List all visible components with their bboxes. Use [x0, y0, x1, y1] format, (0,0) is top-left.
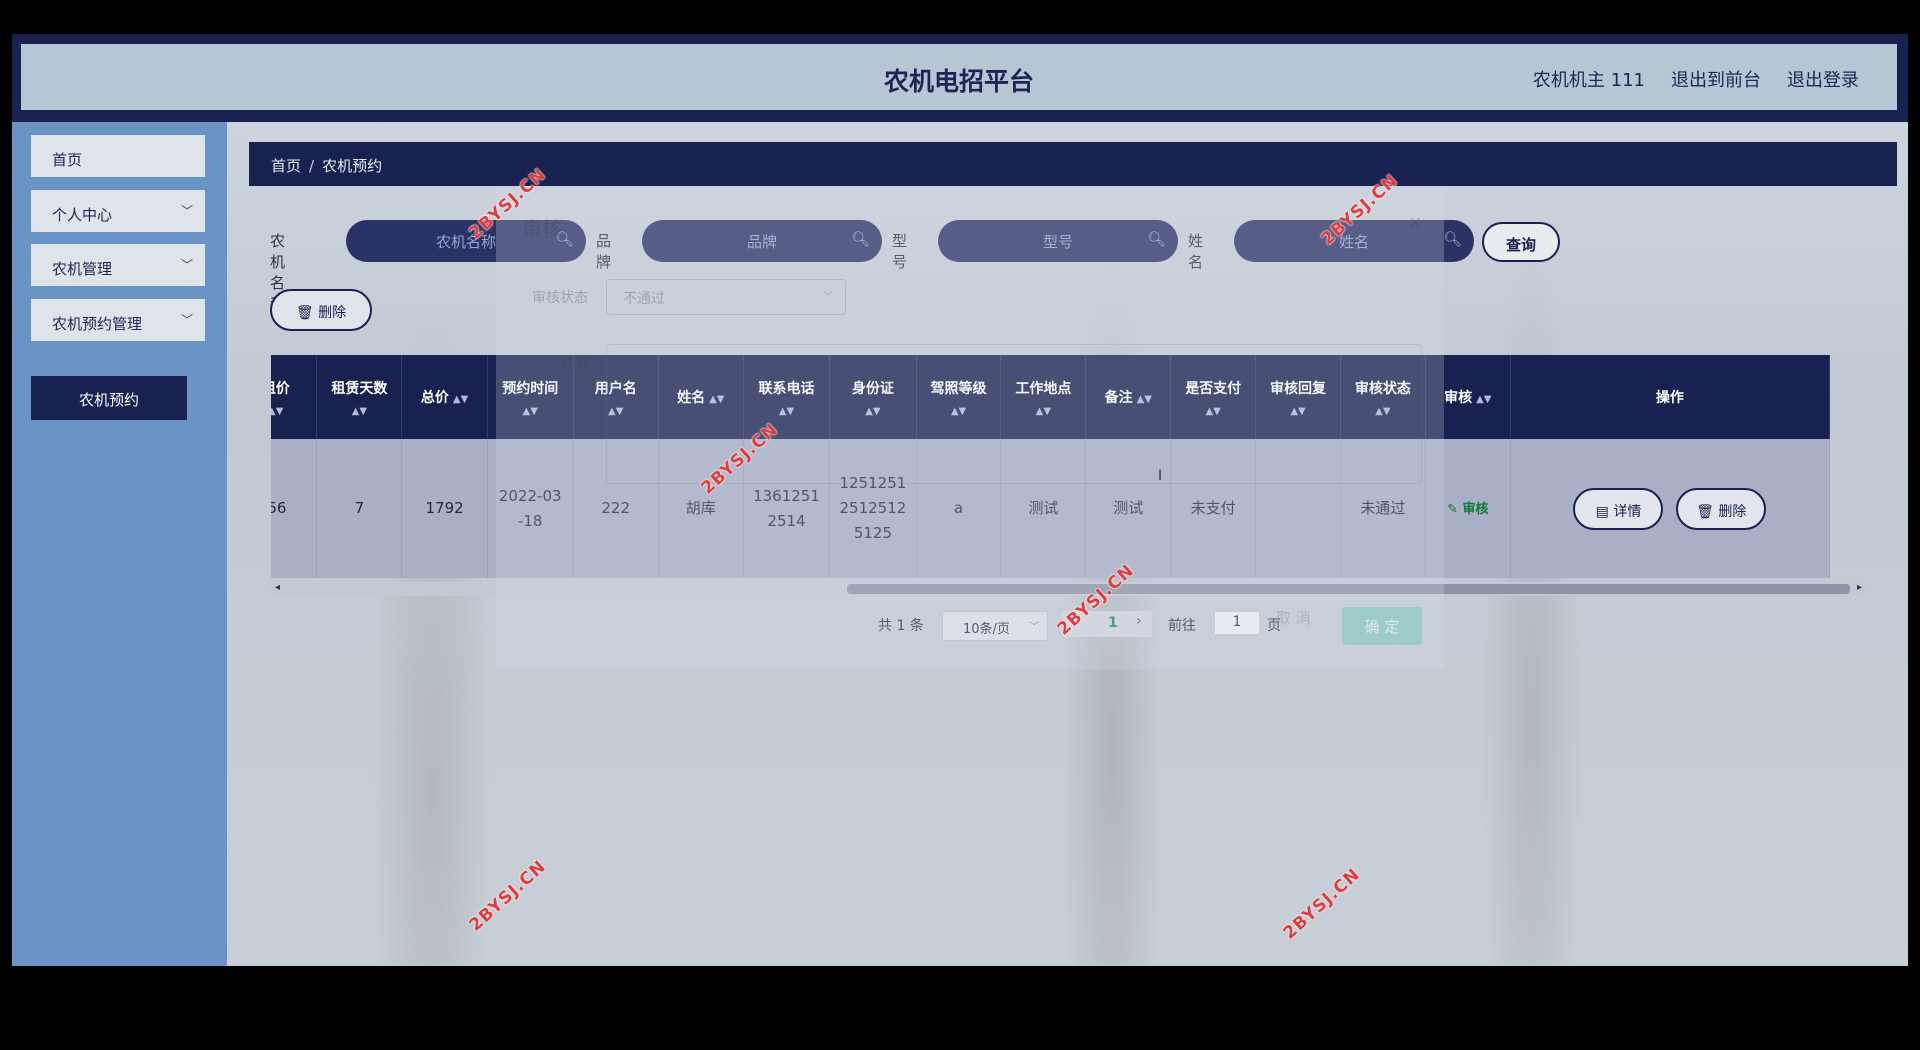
- col-days[interactable]: 租赁天数 ▲▼: [316, 355, 403, 439]
- search-icon: 🔍︎: [1442, 230, 1462, 248]
- audit-status-label: 审核状态: [532, 290, 588, 306]
- batch-delete-button[interactable]: 🗑︎ 删除: [270, 289, 372, 331]
- close-icon[interactable]: ✕: [1409, 213, 1422, 232]
- col-actions: 操作: [1510, 355, 1831, 439]
- cell-days: 7: [316, 439, 403, 578]
- audit-status-select[interactable]: 不通过 ﹀: [606, 279, 846, 315]
- chevron-down-icon: ﹀: [180, 204, 193, 218]
- sidebar-item-label: 农机管理: [52, 260, 113, 278]
- scroll-left-icon[interactable]: ◂: [275, 582, 280, 593]
- batch-delete-label: 删除: [318, 305, 347, 321]
- sidebar-item-label: 个人中心: [52, 206, 113, 224]
- sidebar-item-reservation-management[interactable]: 农机预约管理 ﹀: [31, 299, 205, 341]
- document-icon: ▤: [1595, 503, 1614, 520]
- back-to-front-link[interactable]: 退出到前台: [1671, 66, 1761, 92]
- chevron-down-icon: ﹀: [823, 292, 833, 303]
- sidebar-item-label: 农机预约管理: [52, 315, 143, 333]
- sidebar: 首页 个人中心 ﹀ 农机管理 ﹀ 农机预约管理 ﹀ 农机预约: [12, 122, 227, 966]
- current-user: 农机机主 111: [1532, 70, 1645, 91]
- audit-dialog: 审核 ✕ 审核状态 不通过 ﹀ 内容 取 消 确 定: [496, 189, 1444, 669]
- sidebar-item-machine-management[interactable]: 农机管理 ﹀: [31, 244, 205, 286]
- header-actions: 农机机主 111 退出到前台 退出登录: [1533, 66, 1859, 92]
- sort-icon: ▲▼: [452, 394, 469, 405]
- breadcrumb-home[interactable]: 首页: [271, 157, 301, 175]
- app-window: 农机电招平台 农机机主 111 退出到前台 退出登录 首页 个人中心 ﹀ 农机管…: [12, 34, 1908, 966]
- detail-button[interactable]: ▤ 详情: [1573, 487, 1664, 530]
- header-panel: 农机电招平台 农机机主 111 退出到前台 退出登录: [21, 44, 1897, 110]
- breadcrumb-current: 农机预约: [322, 157, 383, 175]
- sidebar-item-personal-center[interactable]: 个人中心 ﹀: [31, 190, 205, 232]
- edit-icon: ✎: [1447, 501, 1463, 517]
- row-delete-button[interactable]: 🗑︎ 删除: [1676, 487, 1767, 530]
- text-cursor-icon: I: [1158, 468, 1163, 484]
- sort-icon: ▲▼: [1476, 394, 1492, 405]
- sort-icon: ▲▼: [351, 405, 368, 417]
- col-rent-price[interactable]: 租价▲▼: [271, 355, 318, 439]
- breadcrumb-separator: /: [309, 157, 315, 175]
- sort-icon: ▲▼: [271, 405, 284, 417]
- breadcrumb: 首页 / 农机预约: [249, 142, 1897, 186]
- cell-total: 1792: [401, 439, 488, 578]
- cell-rent-price: 56: [271, 439, 318, 578]
- sidebar-item-label: 首页: [52, 151, 83, 169]
- audit-status-value: 不通过: [623, 291, 665, 307]
- submenu-item-reservation[interactable]: 农机预约: [31, 376, 187, 420]
- scroll-right-icon[interactable]: ▸: [1857, 582, 1862, 593]
- content-label: 内容: [562, 356, 590, 372]
- col-total[interactable]: 总价 ▲▼: [401, 355, 488, 439]
- dialog-title: 审核: [522, 217, 562, 241]
- logout-link[interactable]: 退出登录: [1787, 66, 1859, 92]
- audit-link[interactable]: ✎ 审核: [1447, 502, 1488, 517]
- cell-actions: ▤ 详情 🗑︎ 删除: [1510, 439, 1831, 578]
- cancel-button[interactable]: 取 消: [1276, 607, 1311, 628]
- top-header: 农机电招平台 农机机主 111 退出到前台 退出登录: [12, 34, 1908, 122]
- query-button[interactable]: 查询: [1482, 222, 1560, 262]
- sidebar-item-home[interactable]: 首页: [31, 135, 205, 177]
- trash-icon: 🗑︎: [1696, 503, 1719, 520]
- chevron-down-icon: ﹀: [180, 313, 193, 327]
- chevron-down-icon: ﹀: [180, 258, 193, 272]
- confirm-button[interactable]: 确 定: [1342, 607, 1422, 645]
- trash-icon: 🗑︎: [295, 305, 319, 321]
